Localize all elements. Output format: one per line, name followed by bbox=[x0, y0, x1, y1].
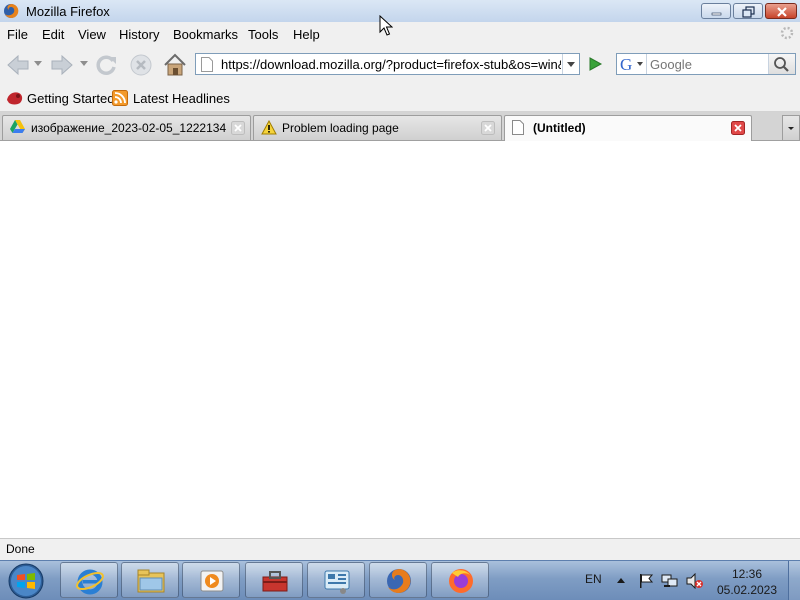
mouse-cursor-icon bbox=[379, 15, 393, 36]
menu-file[interactable]: File bbox=[7, 27, 28, 42]
chevron-down-icon bbox=[788, 127, 794, 130]
start-button[interactable] bbox=[4, 562, 50, 600]
menu-help[interactable]: Help bbox=[293, 27, 320, 42]
maximize-button[interactable] bbox=[733, 3, 763, 19]
clock-date: 05.02.2023 bbox=[716, 583, 778, 597]
tab-label: изображение_2023-02-05_1222134... bbox=[31, 121, 227, 135]
throbber-icon bbox=[780, 26, 794, 40]
windows-explorer-icon bbox=[137, 569, 165, 593]
back-dropdown-icon[interactable] bbox=[34, 61, 42, 67]
menu-history[interactable]: History bbox=[119, 27, 159, 42]
close-button[interactable] bbox=[765, 3, 797, 19]
taskbar: EN 12:36 05.02.2023 bbox=[0, 560, 800, 600]
clock-time: 12:36 bbox=[731, 567, 763, 581]
warning-icon bbox=[261, 120, 277, 135]
firefox-icon bbox=[4, 3, 19, 18]
network-icon[interactable] bbox=[661, 573, 679, 589]
firefox-new-icon bbox=[449, 569, 473, 593]
menu-edit[interactable]: Edit bbox=[42, 27, 64, 42]
status-text: Done bbox=[6, 542, 35, 556]
tab-untitled[interactable]: (Untitled) bbox=[504, 115, 752, 141]
show-hidden-icons-icon[interactable] bbox=[616, 573, 626, 587]
close-icon bbox=[777, 7, 787, 17]
tab-close-icon[interactable] bbox=[231, 121, 245, 135]
minimize-icon bbox=[711, 12, 722, 16]
taskbar-control-panel[interactable] bbox=[307, 562, 365, 598]
internet-explorer-icon bbox=[76, 569, 104, 595]
rss-feed-icon bbox=[112, 90, 128, 106]
media-player-icon bbox=[200, 570, 224, 592]
bookmarks-toolbar: Getting Started Latest Headlines bbox=[0, 84, 800, 112]
url-bar[interactable]: https://download.mozilla.org/?product=fi… bbox=[195, 53, 580, 75]
toolbox-icon bbox=[262, 571, 288, 592]
minimize-button[interactable] bbox=[701, 3, 731, 19]
back-icon[interactable] bbox=[4, 52, 34, 78]
tab-bar: изображение_2023-02-05_1222134... Proble… bbox=[0, 112, 800, 141]
page-icon bbox=[201, 57, 213, 72]
window-title-bar[interactable]: Mozilla Firefox bbox=[0, 0, 800, 23]
url-history-dropdown[interactable] bbox=[562, 54, 579, 74]
tab-label: (Untitled) bbox=[533, 121, 586, 135]
action-center-flag-icon[interactable] bbox=[638, 573, 654, 589]
forward-icon[interactable] bbox=[46, 52, 76, 78]
url-text[interactable]: https://download.mozilla.org/?product=fi… bbox=[221, 57, 561, 72]
control-panel-icon bbox=[324, 570, 350, 594]
status-bar: Done bbox=[0, 538, 800, 560]
taskbar-media-player[interactable] bbox=[182, 562, 240, 598]
bookmark-getting-started[interactable]: Getting Started bbox=[27, 91, 114, 106]
clock[interactable]: 12:36 05.02.2023 bbox=[708, 566, 786, 598]
firefox-old-icon bbox=[387, 569, 411, 593]
tab-image-file[interactable]: изображение_2023-02-05_1222134... bbox=[2, 115, 251, 140]
taskbar-firefox-new[interactable] bbox=[431, 562, 489, 598]
reload-icon[interactable] bbox=[94, 52, 120, 78]
taskbar-toolbox[interactable] bbox=[245, 562, 303, 598]
tab-close-icon[interactable] bbox=[481, 121, 495, 135]
menu-view[interactable]: View bbox=[78, 27, 106, 42]
chevron-down-icon bbox=[567, 62, 575, 67]
menu-bar: File Edit View History Bookmarks Tools H… bbox=[0, 22, 800, 46]
menu-bookmarks[interactable]: Bookmarks bbox=[173, 27, 238, 42]
search-button[interactable] bbox=[768, 54, 795, 74]
go-icon[interactable] bbox=[585, 55, 605, 73]
forward-dropdown-icon[interactable] bbox=[80, 61, 88, 67]
google-drive-icon bbox=[10, 120, 25, 133]
tab-problem-loading[interactable]: Problem loading page bbox=[253, 115, 502, 140]
taskbar-windows-explorer[interactable] bbox=[121, 562, 179, 598]
search-bar: G bbox=[616, 53, 796, 75]
home-icon[interactable] bbox=[162, 52, 188, 78]
firefox-bookmark-icon bbox=[7, 92, 23, 105]
restore-icon bbox=[742, 6, 755, 18]
tab-list-button[interactable] bbox=[782, 115, 800, 140]
show-desktop-button[interactable] bbox=[788, 561, 800, 600]
google-g-icon: G bbox=[620, 55, 643, 74]
volume-muted-icon[interactable] bbox=[686, 573, 704, 589]
tab-close-icon[interactable] bbox=[731, 121, 745, 135]
taskbar-internet-explorer[interactable] bbox=[60, 562, 118, 598]
svg-text:G: G bbox=[620, 55, 632, 74]
tab-label: Problem loading page bbox=[282, 121, 399, 135]
search-engine-selector[interactable]: G bbox=[617, 54, 647, 74]
menu-tools[interactable]: Tools bbox=[248, 27, 278, 42]
page-icon bbox=[512, 120, 524, 135]
language-indicator[interactable]: EN bbox=[585, 572, 602, 586]
bookmark-latest-headlines[interactable]: Latest Headlines bbox=[133, 91, 230, 106]
search-input[interactable] bbox=[650, 57, 760, 72]
window-title: Mozilla Firefox bbox=[26, 4, 110, 19]
stop-icon[interactable] bbox=[128, 52, 154, 78]
page-content[interactable] bbox=[0, 141, 800, 538]
magnifier-icon bbox=[774, 57, 789, 72]
navigation-toolbar: https://download.mozilla.org/?product=fi… bbox=[0, 46, 800, 84]
taskbar-firefox-old[interactable] bbox=[369, 562, 427, 598]
